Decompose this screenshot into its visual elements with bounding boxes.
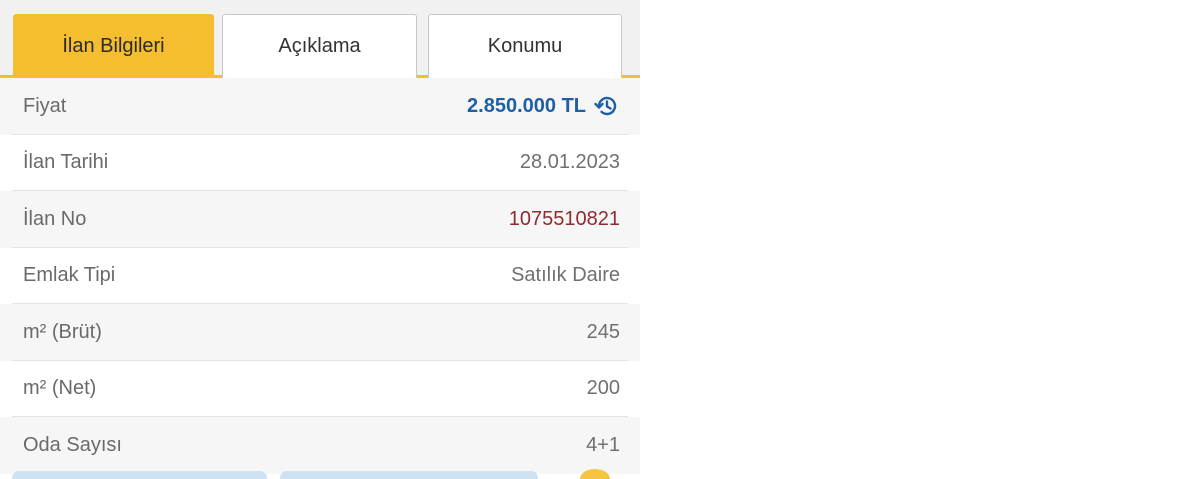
detail-value: 245 [586, 320, 620, 343]
price-value: 2.850.000 TL [467, 94, 586, 117]
detail-row-property-type: Emlak Tipi Satılık Daire [0, 248, 640, 305]
bottom-action-button[interactable] [12, 471, 267, 479]
listing-number-value: 1075510821 [508, 207, 620, 230]
detail-label: Emlak Tipi [23, 264, 116, 287]
tab-description[interactable]: Açıklama [222, 14, 417, 78]
tab-location[interactable]: Konumu [428, 14, 622, 78]
detail-row-listing-date: İlan Tarihi 28.01.2023 [0, 135, 640, 192]
price-value-group[interactable]: 2.850.000 TL [467, 93, 620, 119]
detail-value: 200 [586, 377, 620, 400]
detail-row-price: Fiyat 2.850.000 TL [0, 78, 640, 135]
detail-label: İlan No [23, 207, 87, 230]
detail-label: Fiyat [23, 94, 67, 117]
detail-row-net-area: m² (Net) 200 [0, 361, 640, 418]
price-history-icon[interactable] [594, 93, 620, 119]
detail-label: İlan Tarihi [23, 151, 109, 174]
details-list: Fiyat 2.850.000 TL İlan Tarihi 28.01.202… [0, 78, 640, 474]
bottom-action-button[interactable] [280, 471, 538, 479]
tab-listing-details[interactable]: İlan Bilgileri [13, 14, 214, 78]
listing-panel: İlan Bilgileri Açıklama Konumu Fiyat 2.8… [0, 0, 640, 479]
detail-row-listing-no: İlan No 1075510821 [0, 191, 640, 248]
detail-label: Oda Sayısı [23, 433, 122, 456]
detail-row-gross-area: m² (Brüt) 245 [0, 304, 640, 361]
tab-bar: İlan Bilgileri Açıklama Konumu [0, 0, 640, 78]
detail-label: m² (Net) [23, 377, 97, 400]
detail-label: m² (Brüt) [23, 320, 102, 343]
detail-value: 4+1 [586, 433, 620, 456]
detail-value: 28.01.2023 [519, 151, 620, 174]
detail-row-rooms: Oda Sayısı 4+1 [0, 417, 640, 474]
detail-value: Satılık Daire [511, 264, 620, 287]
